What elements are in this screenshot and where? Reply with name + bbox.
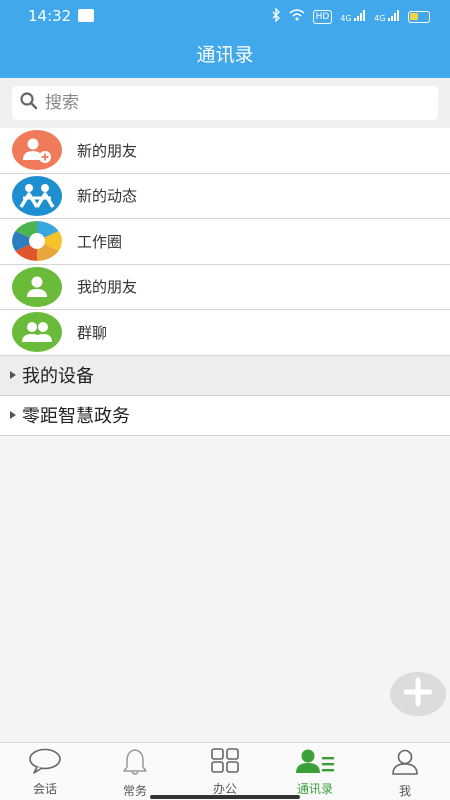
tab-office[interactable]: 办公: [180, 743, 270, 800]
search-box[interactable]: [12, 86, 438, 120]
person-icon: [390, 748, 420, 780]
bluetooth-icon: [271, 7, 281, 25]
signal-1-label: 4G: [340, 14, 352, 23]
contact-list: 新的朋友 新的动态 工作圈 我的朋友 群聊 我的设备 零距智慧政务: [0, 128, 450, 436]
title-bar: 通讯录: [0, 32, 450, 78]
signal-2-label: 4G: [374, 14, 386, 23]
status-bar: 14:32 HD 4G 4G: [0, 0, 450, 32]
list-item-work-circle[interactable]: 工作圈: [0, 219, 450, 265]
list-item-label: 工作圈: [77, 232, 123, 251]
page-title: 通讯录: [196, 44, 254, 66]
chat-bubble-icon: [28, 748, 62, 778]
search-icon: [12, 91, 39, 115]
expand-arrow-icon: [10, 411, 16, 419]
tab-label: 常务: [122, 784, 147, 798]
expand-arrow-icon: [10, 371, 16, 379]
status-icons: HD 4G 4G: [271, 7, 430, 25]
hd-badge: HD: [312, 9, 333, 24]
list-item-label: 新的朋友: [77, 141, 138, 160]
list-item-my-friends[interactable]: 我的朋友: [0, 264, 450, 310]
group-chat-icon: [12, 312, 62, 353]
signal-icon-2: 4G: [374, 10, 400, 23]
work-circle-icon: [12, 221, 62, 262]
group-label: 零距智慧政务: [22, 406, 130, 427]
news-feed-icon: [12, 175, 62, 216]
tab-label: 会话: [32, 782, 57, 796]
tab-contacts[interactable]: 通讯录: [270, 743, 360, 800]
grid-icon: [210, 748, 240, 778]
group-header-smart-government[interactable]: 零距智慧政务: [0, 395, 450, 436]
plus-icon: [403, 677, 433, 711]
list-item-group-chat[interactable]: 群聊: [0, 310, 450, 356]
notification-app-icon: [78, 9, 94, 22]
new-friend-icon: [12, 130, 62, 171]
tab-label: 我: [398, 784, 411, 798]
list-item-label: 群聊: [77, 323, 108, 342]
signal-icon-1: 4G: [340, 10, 366, 23]
tab-label: 通讯录: [296, 782, 333, 796]
search-bar: [0, 78, 450, 128]
tab-affairs[interactable]: 常务: [90, 743, 180, 800]
home-indicator[interactable]: [150, 795, 300, 799]
battery-icon: [408, 10, 430, 23]
list-item-label: 我的朋友: [77, 278, 138, 297]
group-header-my-devices[interactable]: 我的设备: [0, 355, 450, 396]
add-button[interactable]: [390, 672, 446, 716]
tab-chat[interactable]: 会话: [0, 743, 90, 800]
wifi-icon: [289, 9, 305, 24]
list-item-new-friend[interactable]: 新的朋友: [0, 128, 450, 174]
list-item-news-feed[interactable]: 新的动态: [0, 173, 450, 219]
search-input[interactable]: [45, 93, 425, 113]
status-time: 14:32: [28, 7, 72, 25]
my-friends-icon: [12, 266, 62, 307]
contacts-icon: [295, 748, 335, 778]
list-item-label: 新的动态: [77, 187, 138, 206]
bell-icon: [120, 748, 150, 780]
group-label: 我的设备: [22, 366, 94, 387]
tab-me[interactable]: 我: [360, 743, 450, 800]
bottom-tab-bar: 会话 常务 办公 通讯录 我: [0, 742, 450, 800]
